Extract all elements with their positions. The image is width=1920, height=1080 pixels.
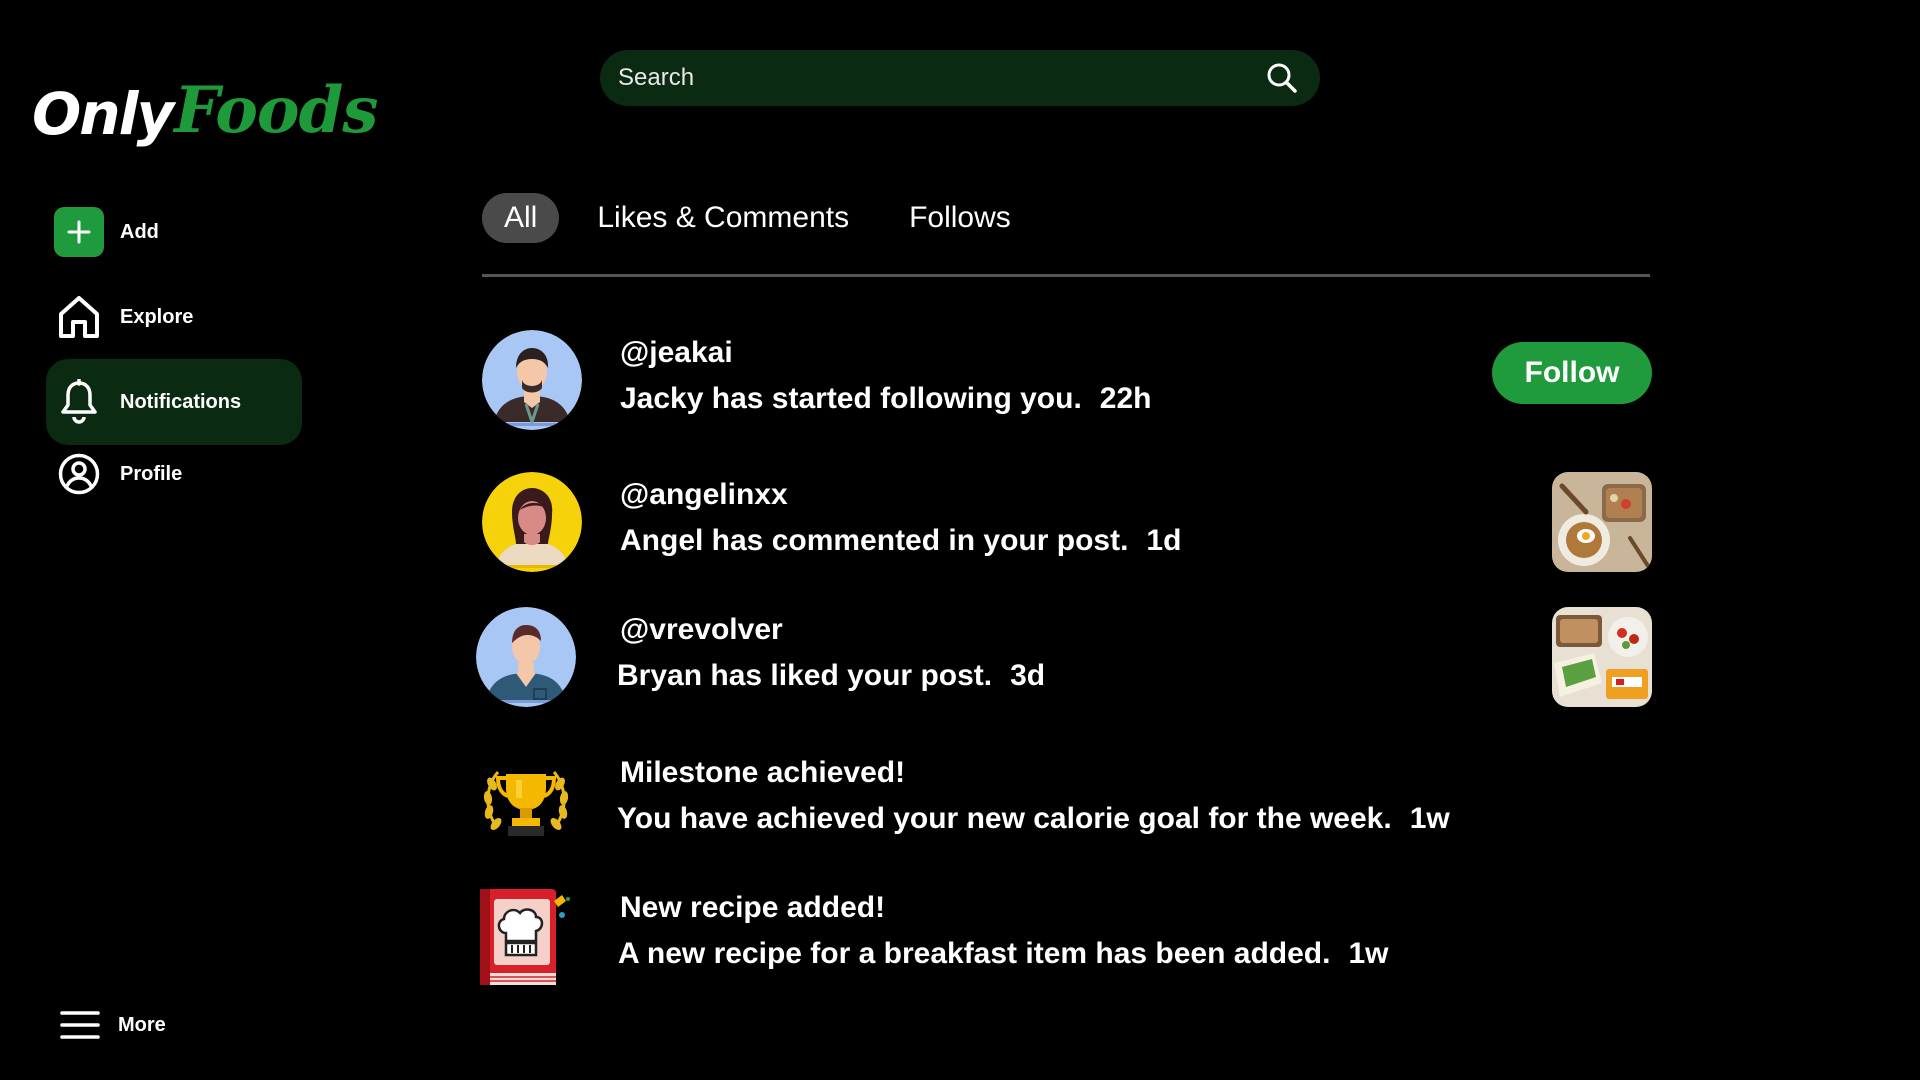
recipe-book-icon <box>476 885 576 985</box>
message-text: Bryan has liked your post. <box>617 659 993 692</box>
notification-message: You have achieved your new calorie goal … <box>617 802 1450 836</box>
food-bowl-image <box>1552 472 1652 572</box>
notification-time: 3d <box>1010 659 1046 692</box>
message-text: You have achieved your new calorie goal … <box>617 802 1392 835</box>
notification-message: Bryan has liked your post. 3d <box>617 659 1045 693</box>
notification-time: 1d <box>1146 524 1182 557</box>
search-bar <box>600 50 1320 106</box>
post-thumbnail[interactable] <box>1552 607 1652 707</box>
sidebar-item-label: Notifications <box>120 390 242 413</box>
tab-follows[interactable]: Follows <box>887 193 1033 243</box>
follow-button[interactable]: Follow <box>1492 342 1652 404</box>
avatar[interactable] <box>482 330 582 430</box>
logo-text-only: Only <box>32 80 174 148</box>
notification-title[interactable]: @vrevolver <box>620 613 783 647</box>
notification-title: New recipe added! <box>620 891 886 924</box>
post-thumbnail[interactable] <box>1552 472 1652 572</box>
notification-title[interactable]: @jeakai <box>620 336 733 370</box>
avatar[interactable] <box>482 472 582 572</box>
notification-item[interactable]: @vrevolver Bryan has liked your post. 3d <box>474 607 1652 717</box>
sidebar-item-label: More <box>118 1013 166 1036</box>
tabs-divider <box>482 274 1650 277</box>
sidebar-item-add[interactable]: Add <box>46 189 302 275</box>
notification-title[interactable]: @angelinxx <box>620 478 788 512</box>
bell-icon <box>54 377 104 427</box>
notification-item[interactable]: @angelinxx Angel has commented in your p… <box>474 472 1652 582</box>
notification-time: 1w <box>1348 937 1389 970</box>
sidebar-item-explore[interactable]: Explore <box>46 274 302 360</box>
sidebar-item-profile[interactable]: Profile <box>46 431 302 517</box>
avatar[interactable] <box>476 607 576 707</box>
tab-all[interactable]: All <box>482 193 560 243</box>
home-icon <box>54 292 104 342</box>
notification-message: A new recipe for a breakfast item has be… <box>618 937 1389 971</box>
food-wraps-image <box>1552 607 1652 707</box>
sidebar-item-label: Add <box>120 220 159 243</box>
app-logo[interactable]: Only Foods <box>32 58 378 148</box>
search-icon[interactable] <box>1264 60 1300 96</box>
notification-time: 22h <box>1099 382 1152 415</box>
sidebar-item-label: Explore <box>120 305 194 328</box>
message-text: Jacky has started following you. <box>620 382 1082 415</box>
trophy-icon <box>476 750 576 850</box>
notification-item[interactable]: @jeakai Jacky has started following you.… <box>474 330 1652 440</box>
message-text: Angel has commented in your post. <box>620 524 1129 557</box>
sidebar-item-label: Profile <box>120 462 183 485</box>
notification-message: Jacky has started following you. 22h <box>620 382 1152 416</box>
message-text: A new recipe for a breakfast item has be… <box>618 937 1331 970</box>
notification-item[interactable]: New recipe added! A new recipe for a bre… <box>474 885 1652 995</box>
plus-icon <box>54 207 104 257</box>
notification-title: Milestone achieved! <box>620 756 906 789</box>
notification-time: 1w <box>1409 802 1450 835</box>
notification-item[interactable]: Milestone achieved! You have achieved yo… <box>474 750 1652 860</box>
menu-icon <box>60 1010 100 1040</box>
notification-tabs: All Likes & Comments Follows <box>482 193 1049 243</box>
sidebar-item-more[interactable]: More <box>46 1000 166 1050</box>
notification-message: Angel has commented in your post. 1d <box>620 524 1181 558</box>
tab-likes-comments[interactable]: Likes & Comments <box>575 193 871 243</box>
logo-text-foods: Foods <box>174 73 378 148</box>
search-input[interactable] <box>618 64 1264 92</box>
user-circle-icon <box>54 449 104 499</box>
